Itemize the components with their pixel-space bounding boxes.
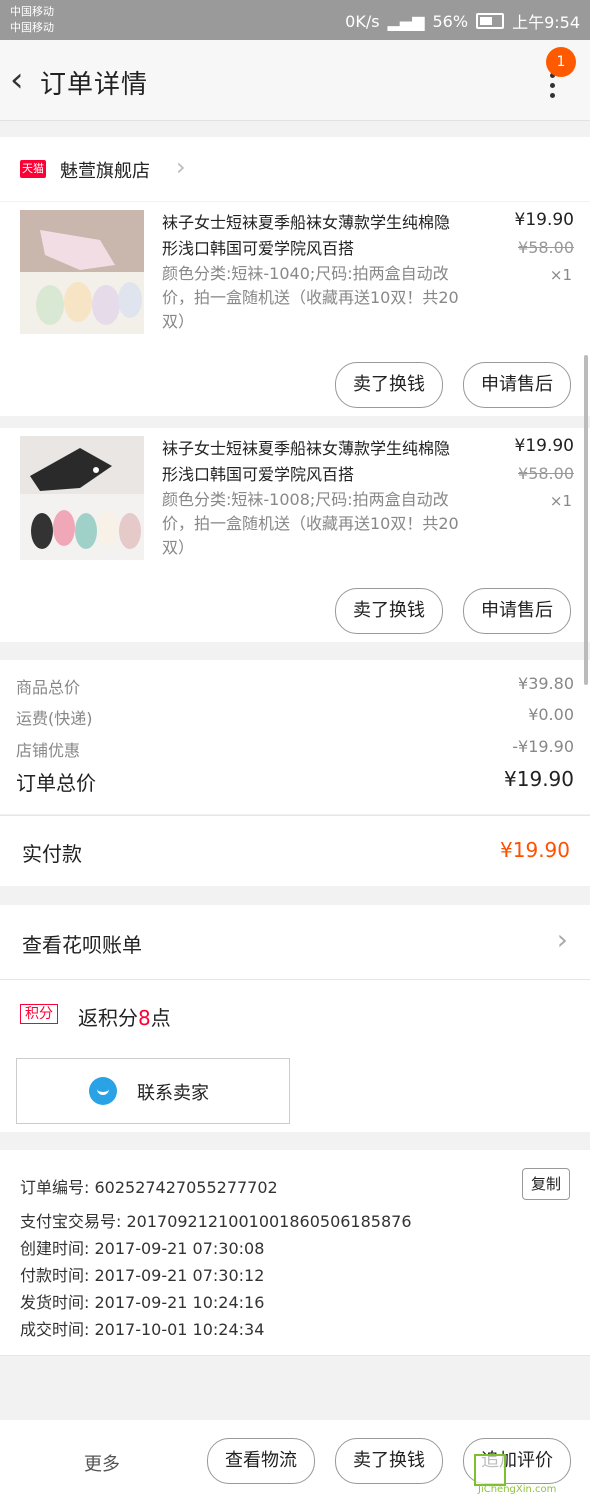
order-total-label: 订单总价 <box>16 771 96 795</box>
carrier-2: 中国移动 <box>10 21 54 34</box>
chat-face-icon <box>89 1077 117 1105</box>
goods-total-label: 商品总价 <box>16 678 81 697</box>
watermark: JiChengXin.com <box>474 1452 584 1495</box>
goods-total-value: ¥39.80 <box>518 674 574 693</box>
status-bar: 中国移动 中国移动 0K/s ▂▄▆ 56% 上午9:54 <box>0 0 590 40</box>
product-title: 袜子女士短袜夏季船袜女薄款学生纯棉隐形浅口韩国可爱学院风百搭 <box>162 213 451 258</box>
shop-header[interactable]: 天猫 魅萱旗舰店 › <box>0 137 590 201</box>
battery-percent: 56% <box>432 11 469 31</box>
tmall-logo: 天猫 <box>20 160 46 178</box>
points-tag: 积分 <box>20 1004 58 1024</box>
points-number: 8 <box>138 1006 151 1030</box>
discount-row: 店铺优惠 -¥19.90 <box>16 737 574 761</box>
network-speed: 0K/s <box>345 11 380 31</box>
back-arrow-icon[interactable]: ‹ <box>10 62 38 98</box>
watermark-text: JiChengXin.com <box>478 1484 557 1495</box>
alipay-number: 支付宝交易号: 2017092121001001860506185876 <box>20 1212 412 1231</box>
paid-label: 实付款 <box>22 842 82 866</box>
status-right: 0K/s ▂▄▆ 56% 上午9:54 <box>345 9 580 33</box>
order-item[interactable]: 袜子女士短袜夏季船袜女薄款学生纯棉隐形浅口韩国可爱学院风百搭 颜色分类:短袜-1… <box>0 428 590 642</box>
order-total-value: ¥19.90 <box>504 767 574 791</box>
chevron-right-icon: › <box>556 923 568 956</box>
carrier-1: 中国移动 <box>10 5 54 18</box>
goods-total-row: 商品总价 ¥39.80 <box>16 674 574 698</box>
message-badge: 1 <box>546 47 576 77</box>
points-text: 返积分8点 <box>78 1002 171 1031</box>
huabei-label: 查看花呗账单 <box>22 933 142 957</box>
discount-label: 店铺优惠 <box>16 741 81 760</box>
shipping-row: 运费(快递) ¥0.00 <box>16 705 574 729</box>
shipping-value: ¥0.00 <box>528 705 574 724</box>
copy-button[interactable]: 复制 <box>522 1168 570 1200</box>
product-spec: 颜色分类:短袜-1008;尺码:拍两盒自动改价，拍一盒随机送（收藏再送10双！共… <box>162 490 459 557</box>
order-item[interactable]: 袜子女士短袜夏季船袜女薄款学生纯棉隐形浅口韩国可爱学院风百搭 颜色分类:短袜-1… <box>0 202 590 416</box>
chevron-right-icon: › <box>176 153 186 181</box>
signal-icon: ▂▄▆ <box>387 11 425 31</box>
original-price: ¥58.00 <box>518 238 574 257</box>
quantity: ×1 <box>549 492 572 510</box>
sell-button[interactable]: 卖了换钱 <box>335 588 443 634</box>
product-price: ¥19.90 <box>514 436 574 456</box>
contact-seller-button[interactable]: 联系卖家 <box>16 1058 290 1124</box>
paid-time: 付款时间: 2017-09-21 07:30:12 <box>20 1266 265 1285</box>
created-time: 创建时间: 2017-09-21 07:30:08 <box>20 1239 265 1258</box>
clock: 上午9:54 <box>512 13 580 32</box>
scrollbar[interactable] <box>584 355 588 685</box>
paid-amount: ¥19.90 <box>500 838 570 862</box>
carrier-info: 中国移动 中国移动 <box>10 4 54 36</box>
view-logistics-button[interactable]: 查看物流 <box>207 1438 315 1484</box>
sell-button[interactable]: 卖了换钱 <box>335 362 443 408</box>
points-prefix: 返积分 <box>78 1006 138 1030</box>
shipped-time: 发货时间: 2017-09-21 10:24:16 <box>20 1293 265 1312</box>
paid-row: 实付款 ¥19.90 <box>0 815 590 886</box>
more-button[interactable]: 更多 <box>84 1450 120 1476</box>
order-number: 订单编号: 602527427055277702 <box>20 1178 278 1197</box>
battery-icon <box>476 13 505 29</box>
points-suffix: 点 <box>150 1006 171 1030</box>
product-title: 袜子女士短袜夏季船袜女薄款学生纯棉隐形浅口韩国可爱学院风百搭 <box>162 439 451 484</box>
contact-section: 联系卖家 <box>0 1050 590 1132</box>
completed-time: 成交时间: 2017-10-01 10:24:34 <box>20 1320 265 1339</box>
sell-button[interactable]: 卖了换钱 <box>335 1438 443 1484</box>
after-sale-button[interactable]: 申请售后 <box>463 588 571 634</box>
shipping-label: 运费(快递) <box>16 709 93 728</box>
page-title: 订单详情 <box>40 70 149 100</box>
watermark-logo-icon <box>474 1454 506 1486</box>
price-summary: 商品总价 ¥39.80 运费(快递) ¥0.00 店铺优惠 -¥19.90 订单… <box>0 660 590 814</box>
after-sale-button[interactable]: 申请售后 <box>463 362 571 408</box>
nav-bar: ‹ 订单详情 1 <box>0 40 590 121</box>
contact-seller-label: 联系卖家 <box>137 1083 209 1104</box>
huabei-bill-row[interactable]: 查看花呗账单 › <box>0 905 590 980</box>
shop-name: 魅萱旗舰店 <box>60 161 150 182</box>
product-spec: 颜色分类:短袜-1040;尺码:拍两盒自动改价，拍一盒随机送（收藏再送10双！共… <box>162 264 459 331</box>
quantity: ×1 <box>549 266 572 284</box>
order-info: 订单编号: 602527427055277702 复制 支付宝交易号: 2017… <box>0 1150 590 1356</box>
order-total-row: 订单总价 ¥19.90 <box>16 767 574 796</box>
product-image <box>20 436 144 560</box>
original-price: ¥58.00 <box>518 464 574 483</box>
points-row: 积分 返积分8点 <box>0 980 590 1051</box>
product-price: ¥19.90 <box>514 210 574 230</box>
product-image <box>20 210 144 334</box>
discount-value: -¥19.90 <box>512 737 574 756</box>
